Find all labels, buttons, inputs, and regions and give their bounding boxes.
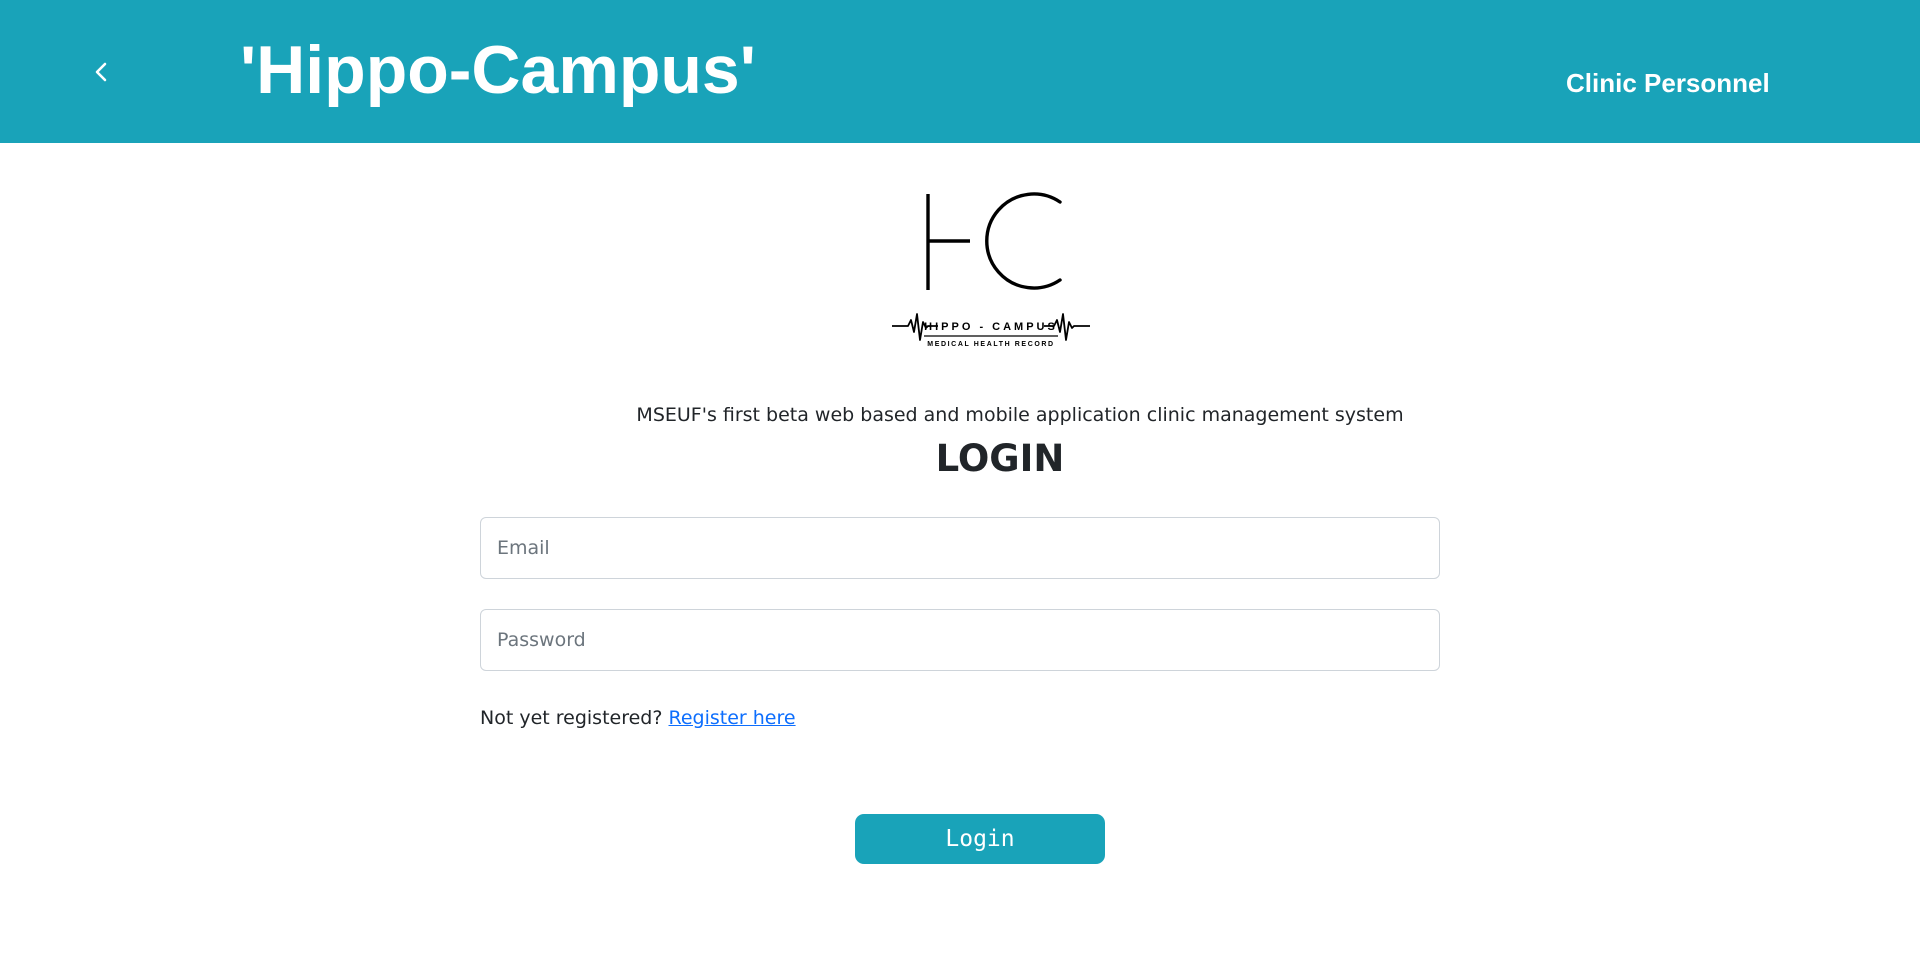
register-link[interactable]: Register here — [669, 707, 796, 729]
login-button[interactable]: Login — [855, 814, 1105, 864]
password-field[interactable] — [480, 609, 1440, 671]
hippo-campus-logo: HIPPO - CAMPUS MEDICAL HEALTH RECORD — [890, 186, 1092, 350]
app-title: 'Hippo-Campus' — [240, 32, 756, 108]
chevron-left-icon — [95, 62, 107, 82]
logo-subtitle: MEDICAL HEALTH RECORD — [927, 341, 1054, 348]
logo-name: HIPPO - CAMPUS — [924, 321, 1058, 333]
user-role-label: Clinic Personnel — [1566, 68, 1770, 98]
tagline: MSEUF's first beta web based and mobile … — [636, 404, 1404, 426]
back-button[interactable] — [84, 52, 118, 92]
email-field[interactable] — [480, 517, 1440, 579]
login-heading: LOGIN — [935, 437, 1065, 480]
app-header: 'Hippo-Campus' Clinic Personnel — [0, 0, 1920, 143]
register-prompt: Not yet registered? — [480, 707, 663, 729]
register-row: Not yet registered? Register here — [480, 702, 796, 734]
